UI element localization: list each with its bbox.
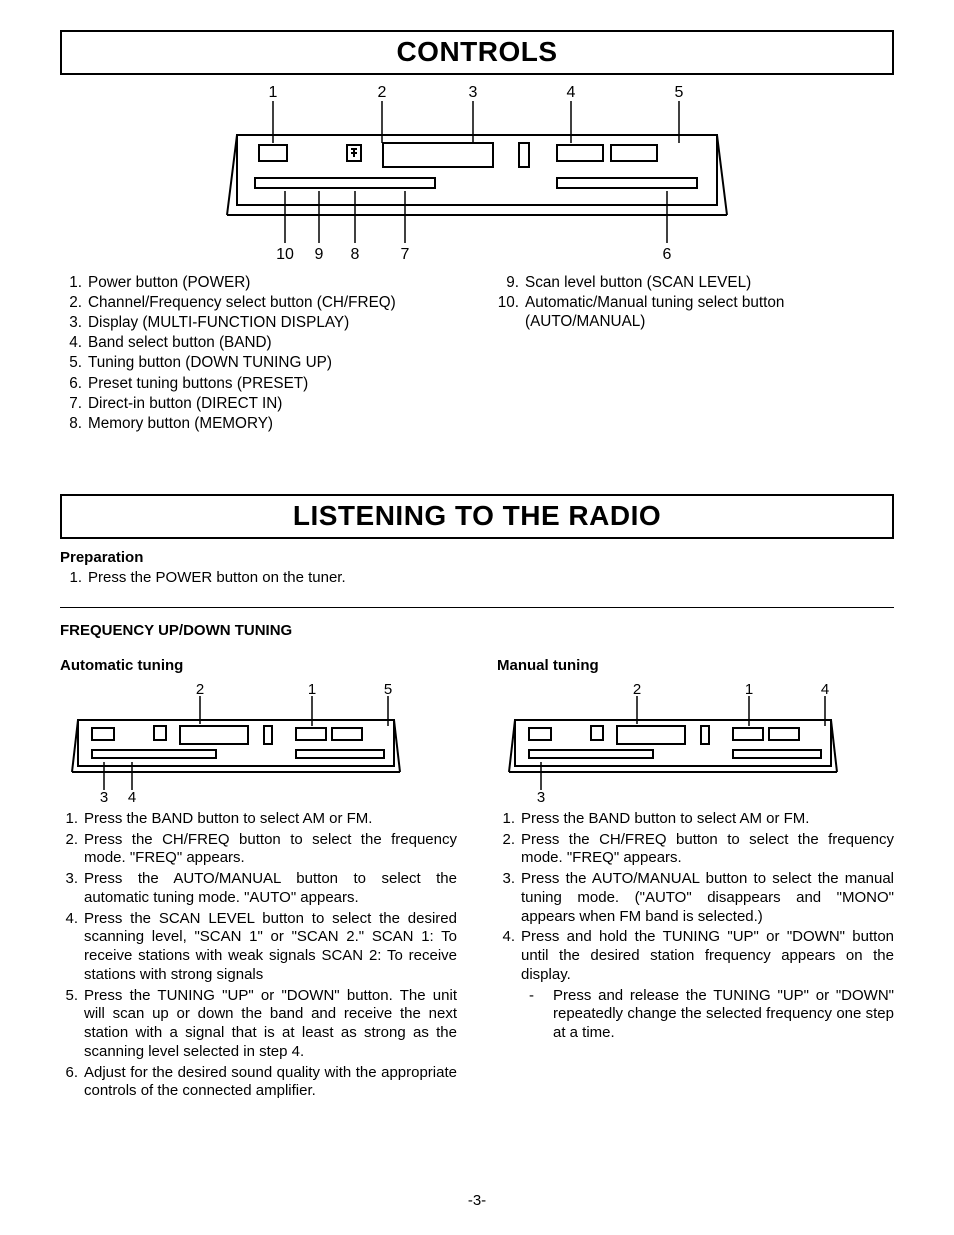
controls-title: CONTROLS xyxy=(60,30,894,75)
list-num: 9. xyxy=(497,273,525,292)
page-number: -3- xyxy=(0,1192,954,1211)
diagram-label: 2 xyxy=(633,682,641,698)
list-item: Display (MULTI-FUNCTION DISPLAY) xyxy=(88,313,349,332)
list-num: 4. xyxy=(60,333,88,352)
manual-tuning-heading: Manual tuning xyxy=(497,657,894,676)
step-text: Press the TUNING "UP" or "DOWN" button. … xyxy=(84,987,457,1062)
diagram-label: 3 xyxy=(100,789,108,802)
diagram-label-top-3: 3 xyxy=(469,84,478,101)
step-text: Press the AUTO/MANUAL button to select t… xyxy=(521,870,894,926)
list-num: 3. xyxy=(497,870,521,926)
diagram-label: 4 xyxy=(128,789,136,802)
diagram-label-top-2: 2 xyxy=(378,84,387,101)
auto-diagram: 2 1 5 3 4 xyxy=(68,682,408,802)
diagram-label-top-5: 5 xyxy=(675,84,684,101)
step-text: Press the SCAN LEVEL button to select th… xyxy=(84,910,457,985)
list-item: Preset tuning buttons (PRESET) xyxy=(88,374,308,393)
list-item: Scan level button (SCAN LEVEL) xyxy=(525,273,751,292)
diagram-label: 1 xyxy=(308,682,316,698)
step-text: Press the BAND button to select AM or FM… xyxy=(521,810,894,829)
step-text: Press the BAND button to select AM or FM… xyxy=(84,810,457,829)
list-item: Band select button (BAND) xyxy=(88,333,272,352)
listening-title: LISTENING TO THE RADIO xyxy=(60,494,894,539)
diagram-label-top-4: 4 xyxy=(567,84,576,101)
divider xyxy=(60,607,894,608)
list-num: 4. xyxy=(497,928,521,1043)
diagram-label: 1 xyxy=(745,682,753,698)
manual-diagram: 2 1 4 3 xyxy=(505,682,845,802)
diagram-label-top-1: 1 xyxy=(269,84,278,101)
list-num: 1. xyxy=(60,810,84,829)
list-item: Channel/Frequency select button (CH/FREQ… xyxy=(88,293,396,312)
step-text: Press the CH/FREQ button to select the f… xyxy=(84,831,457,869)
step-text: Press and hold the TUNING "UP" or "DOWN"… xyxy=(521,928,894,983)
list-num: 4. xyxy=(60,910,84,985)
list-num: 6. xyxy=(60,1064,84,1102)
list-item: Power button (POWER) xyxy=(88,273,250,292)
list-item: Tuning button (DOWN TUNING UP) xyxy=(88,353,332,372)
list-item: Memory button (MEMORY) xyxy=(88,414,273,433)
list-num: 5. xyxy=(60,353,88,372)
list-num: 7. xyxy=(60,394,88,413)
step-text: Press the CH/FREQ button to select the f… xyxy=(521,831,894,869)
manual-tuning-section: Manual tuning xyxy=(497,657,894,1103)
list-num: 3. xyxy=(60,313,88,332)
list-item: Automatic/Manual tuning select button (A… xyxy=(525,293,894,331)
list-num: 1. xyxy=(60,273,88,292)
diagram-label-bottom-6: 6 xyxy=(663,246,672,263)
list-num: 2. xyxy=(497,831,521,869)
diagram-label: 4 xyxy=(821,682,829,698)
automatic-tuning-heading: Automatic tuning xyxy=(60,657,457,676)
preparation-heading: Preparation xyxy=(60,549,894,568)
list-num: 6. xyxy=(60,374,88,393)
diagram-label-bottom-9: 9 xyxy=(315,246,324,263)
list-num: 3. xyxy=(60,870,84,908)
controls-diagram: 1 2 3 4 5 10 9 8 7 6 xyxy=(207,83,747,263)
list-item: Press the POWER button on the tuner. xyxy=(88,569,346,588)
diagram-label-bottom-7: 7 xyxy=(401,246,410,263)
list-num: 1. xyxy=(497,810,521,829)
step-text: Press the AUTO/MANUAL button to select t… xyxy=(84,870,457,908)
automatic-tuning-section: Automatic tuning xyxy=(60,657,457,1103)
list-num: 5. xyxy=(60,987,84,1062)
list-item: Direct-in button (DIRECT IN) xyxy=(88,394,282,413)
list-num: 2. xyxy=(60,293,88,312)
controls-list-right: 9.Scan level button (SCAN LEVEL) 10.Auto… xyxy=(497,273,894,434)
dash-icon: - xyxy=(521,987,553,1043)
list-num: 8. xyxy=(60,414,88,433)
step-subtext: Press and release the TUNING "UP" or "DO… xyxy=(553,987,894,1043)
list-num: 10. xyxy=(497,293,525,331)
list-num: 2. xyxy=(60,831,84,869)
diagram-label: 5 xyxy=(384,682,392,698)
diagram-label-bottom-8: 8 xyxy=(351,246,360,263)
frequency-heading: FREQUENCY UP/DOWN TUNING xyxy=(60,622,894,641)
step-text: Adjust for the desired sound quality wit… xyxy=(84,1064,457,1102)
list-num: 1. xyxy=(60,569,88,588)
diagram-label: 2 xyxy=(196,682,204,698)
controls-list-left: 1.Power button (POWER) 2.Channel/Frequen… xyxy=(60,273,457,434)
diagram-label-bottom-10: 10 xyxy=(276,246,294,263)
diagram-label: 3 xyxy=(537,789,545,802)
